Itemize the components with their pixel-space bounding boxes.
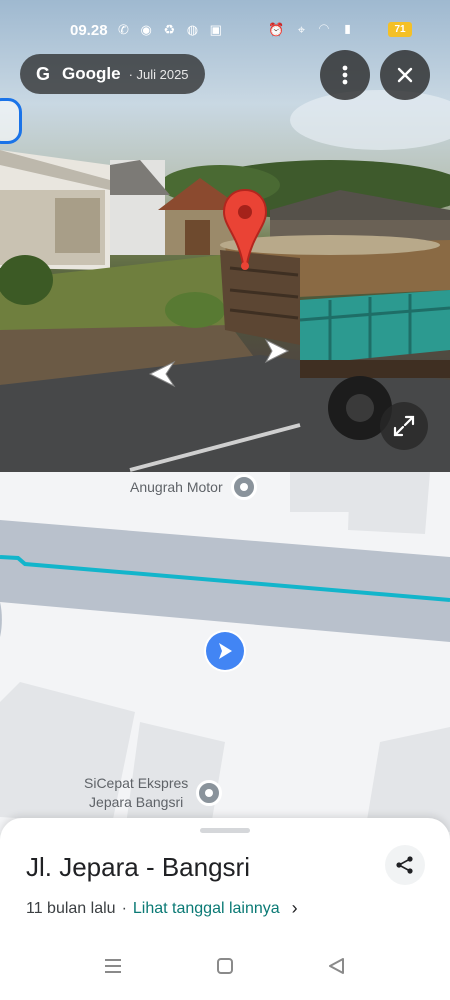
separator-dot: ·: [121, 899, 127, 917]
poi-label: Anugrah Motor: [130, 478, 223, 495]
system-status-icons: ⏰ ⌖ ◠ ▮: [268, 22, 358, 37]
share-button[interactable]: [385, 845, 425, 885]
poi-label-line-1: SiCepat Ekspres: [84, 775, 189, 791]
home-button[interactable]: [216, 958, 234, 979]
fullscreen-button[interactable]: [380, 402, 428, 450]
capture-date: · Juli 2025: [128, 66, 189, 82]
notification-icons: ✆ ◉ ♻ ◍ ▣: [118, 22, 226, 37]
close-icon: [397, 67, 413, 83]
chevron-right-icon[interactable]: ›: [292, 898, 298, 919]
system-navigation-bar: [0, 940, 450, 1000]
poi-pin-icon: [196, 780, 223, 806]
menu-lines-icon: [105, 959, 121, 973]
brand-label: Google: [62, 64, 121, 83]
user-location-arrow-icon[interactable]: [206, 632, 244, 670]
poi-pin-icon: [230, 474, 257, 500]
move-forward-arrow-icon[interactable]: [262, 338, 292, 369]
see-more-dates-link[interactable]: Lihat tanggal lainnya: [133, 900, 280, 918]
more-options-button[interactable]: [320, 50, 370, 100]
more-vert-icon: [342, 65, 348, 85]
location-pin-icon: [222, 188, 268, 277]
compass-indicator[interactable]: [0, 98, 22, 144]
street-view-info-pill[interactable]: G Google · Juli 2025: [20, 54, 205, 94]
capture-info-row: 11 bulan lalu · Lihat tanggal lainnya ›: [26, 898, 298, 919]
drag-handle[interactable]: [200, 828, 250, 833]
poi-label-line-2: Jepara Bangsri: [89, 794, 184, 810]
street-view-panorama[interactable]: 09.28 ✆ ◉ ♻ ◍ ▣ ⏰ ⌖ ◠ ▮ 71 G Google · Ju…: [0, 0, 450, 472]
status-bar: 09.28 ✆ ◉ ♻ ◍ ▣ ⏰ ⌖ ◠ ▮ 71: [0, 0, 450, 58]
poi-anugrah-motor[interactable]: Anugrah Motor: [130, 474, 257, 500]
clock: 09.28: [70, 22, 108, 39]
google-g-icon: G: [35, 63, 50, 84]
recent-apps-button[interactable]: [104, 958, 122, 979]
expand-icon: [393, 415, 415, 437]
place-title: Jl. Jepara - Bangsri: [26, 852, 250, 882]
back-button[interactable]: [328, 958, 346, 979]
share-icon: [396, 856, 413, 874]
back-triangle-icon: [329, 958, 344, 974]
move-back-arrow-icon[interactable]: [146, 360, 178, 393]
battery-icon: 71: [388, 22, 412, 37]
capture-age: 11 bulan lalu: [26, 899, 116, 917]
close-button[interactable]: [380, 50, 430, 100]
poi-label: SiCepat Ekspres Jepara Bangsri: [84, 774, 188, 812]
poi-sicepat-ekspres[interactable]: SiCepat Ekspres Jepara Bangsri: [84, 774, 223, 812]
home-square-icon: [217, 958, 233, 974]
